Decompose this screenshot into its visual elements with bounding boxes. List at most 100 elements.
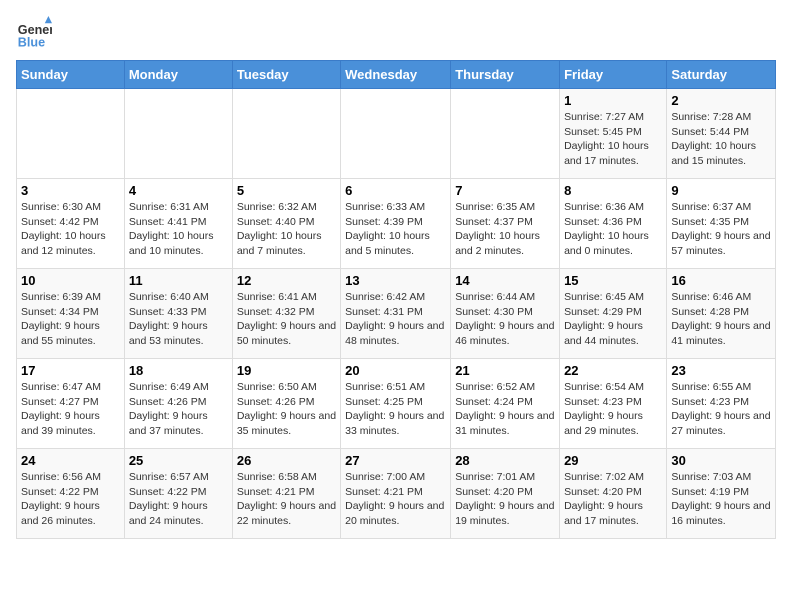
day-number: 4 [129,183,228,198]
day-info: Sunrise: 6:30 AM Sunset: 4:42 PM Dayligh… [21,200,120,259]
day-number: 22 [564,363,662,378]
day-number: 24 [21,453,120,468]
day-number: 15 [564,273,662,288]
day-number: 8 [564,183,662,198]
day-number: 28 [455,453,555,468]
day-info: Sunrise: 6:33 AM Sunset: 4:39 PM Dayligh… [345,200,446,259]
header-day-sunday: Sunday [17,61,125,89]
calendar-cell: 12 Sunrise: 6:41 AM Sunset: 4:32 PM Dayli… [232,269,340,359]
day-number: 10 [21,273,120,288]
week-row-3: 10 Sunrise: 6:39 AM Sunset: 4:34 PM Dayli… [17,269,776,359]
day-number: 14 [455,273,555,288]
calendar-cell: 20Sunrise: 6:51 AM Sunset: 4:25 PM Dayli… [341,359,451,449]
day-info: Sunrise: 6:50 AM Sunset: 4:26 PM Dayligh… [237,380,336,439]
day-info: Sunrise: 7:03 AM Sunset: 4:19 PM Dayligh… [671,470,771,529]
day-number: 3 [21,183,120,198]
day-number: 16 [671,273,771,288]
header-day-wednesday: Wednesday [341,61,451,89]
day-info: Sunrise: 6:44 AM Sunset: 4:30 PM Dayligh… [455,290,555,349]
calendar-cell: 4 Sunrise: 6:31 AM Sunset: 4:41 PM Daylig… [124,179,232,269]
day-number: 27 [345,453,446,468]
day-info: Sunrise: 6:36 AM Sunset: 4:36 PM Dayligh… [564,200,662,259]
day-info: Sunrise: 7:27 AM Sunset: 5:45 PM Dayligh… [564,110,662,169]
day-info: Sunrise: 6:35 AM Sunset: 4:37 PM Dayligh… [455,200,555,259]
day-info: Sunrise: 6:55 AM Sunset: 4:23 PM Dayligh… [671,380,771,439]
day-number: 29 [564,453,662,468]
calendar-cell: 25 Sunrise: 6:57 AM Sunset: 4:22 PM Dayli… [124,449,232,539]
day-number: 2 [671,93,771,108]
day-info: Sunrise: 6:52 AM Sunset: 4:24 PM Dayligh… [455,380,555,439]
calendar-cell: 28 Sunrise: 7:01 AM Sunset: 4:20 PM Dayli… [451,449,560,539]
calendar-cell [341,89,451,179]
day-info: Sunrise: 7:02 AM Sunset: 4:20 PM Dayligh… [564,470,662,529]
calendar-cell: 18Sunrise: 6:49 AM Sunset: 4:26 PM Dayli… [124,359,232,449]
day-number: 19 [237,363,336,378]
day-info: Sunrise: 6:58 AM Sunset: 4:21 PM Dayligh… [237,470,336,529]
day-info: Sunrise: 6:41 AM Sunset: 4:32 PM Dayligh… [237,290,336,349]
week-row-1: 1 Sunrise: 7:27 AM Sunset: 5:45 PM Daylig… [17,89,776,179]
calendar-cell: 19 Sunrise: 6:50 AM Sunset: 4:26 PM Dayli… [232,359,340,449]
calendar-cell: 5 Sunrise: 6:32 AM Sunset: 4:40 PM Daylig… [232,179,340,269]
calendar-cell: 21 Sunrise: 6:52 AM Sunset: 4:24 PM Dayli… [451,359,560,449]
calendar-cell: 16 Sunrise: 6:46 AM Sunset: 4:28 PM Dayli… [667,269,776,359]
day-number: 25 [129,453,228,468]
day-number: 23 [671,363,771,378]
day-number: 6 [345,183,446,198]
calendar-cell: 24 Sunrise: 6:56 AM Sunset: 4:22 PM Dayli… [17,449,125,539]
day-number: 18 [129,363,228,378]
week-row-4: 17 Sunrise: 6:47 AM Sunset: 4:27 PM Dayli… [17,359,776,449]
day-info: Sunrise: 6:46 AM Sunset: 4:28 PM Dayligh… [671,290,771,349]
day-number: 30 [671,453,771,468]
calendar-cell: 17 Sunrise: 6:47 AM Sunset: 4:27 PM Dayli… [17,359,125,449]
calendar-cell: 13 Sunrise: 6:42 AM Sunset: 4:31 PM Dayli… [341,269,451,359]
calendar-cell: 14 Sunrise: 6:44 AM Sunset: 4:30 PM Dayli… [451,269,560,359]
day-info: Sunrise: 7:00 AM Sunset: 4:21 PM Dayligh… [345,470,446,529]
day-number: 21 [455,363,555,378]
day-info: Sunrise: 6:56 AM Sunset: 4:22 PM Dayligh… [21,470,120,529]
calendar-cell: 22 Sunrise: 6:54 AM Sunset: 4:23 PM Dayli… [560,359,667,449]
day-number: 11 [129,273,228,288]
calendar-cell: 27 Sunrise: 7:00 AM Sunset: 4:21 PM Dayli… [341,449,451,539]
day-info: Sunrise: 6:40 AM Sunset: 4:33 PM Dayligh… [129,290,228,349]
calendar-cell [124,89,232,179]
day-info: Sunrise: 7:01 AM Sunset: 4:20 PM Dayligh… [455,470,555,529]
week-row-5: 24 Sunrise: 6:56 AM Sunset: 4:22 PM Dayli… [17,449,776,539]
day-info: Sunrise: 6:37 AM Sunset: 4:35 PM Dayligh… [671,200,771,259]
day-info: Sunrise: 6:47 AM Sunset: 4:27 PM Dayligh… [21,380,120,439]
day-info: Sunrise: 6:54 AM Sunset: 4:23 PM Dayligh… [564,380,662,439]
day-info: Sunrise: 6:42 AM Sunset: 4:31 PM Dayligh… [345,290,446,349]
calendar-cell: 10 Sunrise: 6:39 AM Sunset: 4:34 PM Dayli… [17,269,125,359]
day-number: 12 [237,273,336,288]
header-day-tuesday: Tuesday [232,61,340,89]
day-info: Sunrise: 6:31 AM Sunset: 4:41 PM Dayligh… [129,200,228,259]
day-number: 13 [345,273,446,288]
day-info: Sunrise: 6:32 AM Sunset: 4:40 PM Dayligh… [237,200,336,259]
day-number: 1 [564,93,662,108]
calendar-cell: 26 Sunrise: 6:58 AM Sunset: 4:21 PM Dayli… [232,449,340,539]
day-number: 26 [237,453,336,468]
calendar-cell: 7 Sunrise: 6:35 AM Sunset: 4:37 PM Daylig… [451,179,560,269]
calendar-cell: 11 Sunrise: 6:40 AM Sunset: 4:33 PM Dayli… [124,269,232,359]
calendar-cell: 9 Sunrise: 6:37 AM Sunset: 4:35 PM Daylig… [667,179,776,269]
calendar-cell: 30 Sunrise: 7:03 AM Sunset: 4:19 PM Dayli… [667,449,776,539]
day-info: Sunrise: 6:51 AM Sunset: 4:25 PM Dayligh… [345,380,446,439]
header-day-monday: Monday [124,61,232,89]
header: General Blue [16,16,776,52]
calendar-cell: 1 Sunrise: 7:27 AM Sunset: 5:45 PM Daylig… [560,89,667,179]
calendar-cell: 23 Sunrise: 6:55 AM Sunset: 4:23 PM Dayli… [667,359,776,449]
header-day-saturday: Saturday [667,61,776,89]
header-day-thursday: Thursday [451,61,560,89]
svg-text:Blue: Blue [18,36,45,50]
calendar-cell: 6 Sunrise: 6:33 AM Sunset: 4:39 PM Daylig… [341,179,451,269]
logo: General Blue [16,16,56,52]
calendar-cell: 3 Sunrise: 6:30 AM Sunset: 4:42 PM Daylig… [17,179,125,269]
day-info: Sunrise: 6:57 AM Sunset: 4:22 PM Dayligh… [129,470,228,529]
day-number: 17 [21,363,120,378]
calendar-cell: 2Sunrise: 7:28 AM Sunset: 5:44 PM Daylig… [667,89,776,179]
calendar-cell [451,89,560,179]
week-row-2: 3 Sunrise: 6:30 AM Sunset: 4:42 PM Daylig… [17,179,776,269]
day-number: 5 [237,183,336,198]
day-number: 7 [455,183,555,198]
day-number: 9 [671,183,771,198]
day-info: Sunrise: 6:39 AM Sunset: 4:34 PM Dayligh… [21,290,120,349]
